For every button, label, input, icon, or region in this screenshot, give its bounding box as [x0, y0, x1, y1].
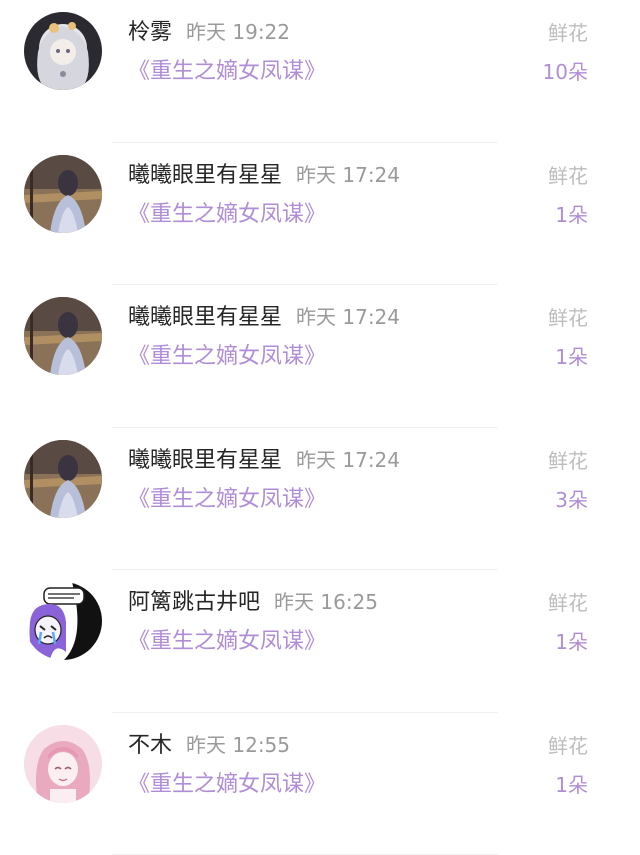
timestamp: 昨天 12:55 — [186, 733, 290, 757]
girl-at-sunset-avatar-icon[interactable] — [24, 155, 102, 233]
username[interactable]: 不木 — [128, 733, 172, 758]
gift-record-row[interactable]: 曦曦眼里有星星昨天 17:24 《重生之嫡女凤谋》 鲜花 3朵 — [0, 428, 640, 571]
username[interactable]: 曦曦眼里有星星 — [128, 305, 282, 330]
gift-type-label: 鲜花 — [548, 162, 588, 190]
timestamp: 昨天 16:25 — [274, 590, 378, 614]
username[interactable]: 曦曦眼里有星星 — [128, 448, 282, 473]
gift-type-label: 鲜花 — [548, 732, 588, 760]
timestamp: 昨天 17:24 — [296, 305, 400, 329]
name-line: 曦曦眼里有星星昨天 17:24 — [128, 445, 400, 477]
crying-manga-girl-avatar-icon[interactable] — [24, 582, 102, 660]
gift-type-label: 鲜花 — [548, 304, 588, 332]
gift-count: 1朵 — [555, 628, 588, 656]
anime-girl-white-hair-avatar-icon[interactable] — [24, 12, 102, 90]
book-title-link[interactable]: 《重生之嫡女凤谋》 — [128, 342, 326, 372]
book-title-link[interactable]: 《重生之嫡女凤谋》 — [128, 57, 326, 87]
timestamp: 昨天 19:22 — [186, 20, 290, 44]
book-title-link[interactable]: 《重生之嫡女凤谋》 — [128, 770, 326, 800]
username[interactable]: 阿篱跳古井吧 — [128, 590, 260, 615]
name-line: 不木昨天 12:55 — [128, 730, 290, 762]
timestamp: 昨天 17:24 — [296, 163, 400, 187]
gift-count: 10朵 — [543, 58, 588, 86]
gift-count: 3朵 — [555, 486, 588, 514]
gift-record-row[interactable]: 不木昨天 12:55 《重生之嫡女凤谋》 鲜花 1朵 — [0, 713, 640, 855]
name-line: 曦曦眼里有星星昨天 17:24 — [128, 302, 400, 334]
username[interactable]: 曦曦眼里有星星 — [128, 163, 282, 188]
gift-count: 1朵 — [555, 343, 588, 371]
name-line: 曦曦眼里有星星昨天 17:24 — [128, 160, 400, 192]
book-title-link[interactable]: 《重生之嫡女凤谋》 — [128, 200, 326, 230]
gift-type-label: 鲜花 — [548, 19, 588, 47]
timestamp: 昨天 17:24 — [296, 448, 400, 472]
flower-gift-list: 柃雾昨天 19:22 《重生之嫡女凤谋》 鲜花 10朵 曦曦眼里有星星昨天 17… — [0, 0, 640, 832]
gift-record-row[interactable]: 柃雾昨天 19:22 《重生之嫡女凤谋》 鲜花 10朵 — [0, 0, 640, 143]
name-line: 柃雾昨天 19:22 — [128, 17, 290, 49]
gift-count: 1朵 — [555, 771, 588, 799]
girl-at-sunset-avatar-icon[interactable] — [24, 440, 102, 518]
gift-type-label: 鲜花 — [548, 447, 588, 475]
gift-type-label: 鲜花 — [548, 589, 588, 617]
name-line: 阿篱跳古井吧昨天 16:25 — [128, 587, 378, 619]
book-title-link[interactable]: 《重生之嫡女凤谋》 — [128, 485, 326, 515]
username[interactable]: 柃雾 — [128, 20, 172, 45]
gift-record-row[interactable]: 曦曦眼里有星星昨天 17:24 《重生之嫡女凤谋》 鲜花 1朵 — [0, 285, 640, 428]
girl-at-sunset-avatar-icon[interactable] — [24, 297, 102, 375]
gift-record-row[interactable]: 曦曦眼里有星星昨天 17:24 《重生之嫡女凤谋》 鲜花 1朵 — [0, 143, 640, 286]
gift-record-row[interactable]: 阿篱跳古井吧昨天 16:25 《重生之嫡女凤谋》 鲜花 1朵 — [0, 570, 640, 713]
book-title-link[interactable]: 《重生之嫡女凤谋》 — [128, 627, 326, 657]
pink-anime-girl-avatar-icon[interactable] — [24, 725, 102, 803]
gift-count: 1朵 — [555, 201, 588, 229]
